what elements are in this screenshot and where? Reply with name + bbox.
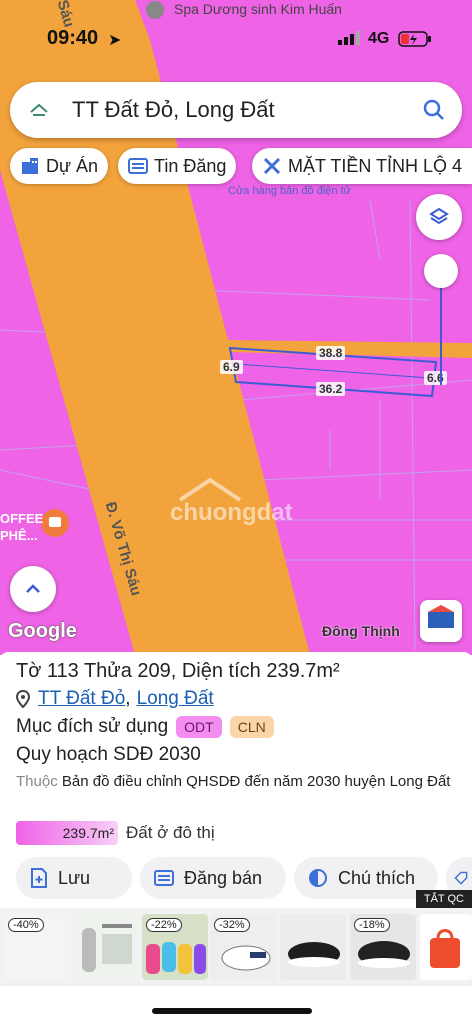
- chip-mat-tien[interactable]: MẶT TIỀN TỈNH LỘ 4: [252, 148, 472, 184]
- home-indicator[interactable]: [152, 1008, 312, 1014]
- plan-title: Quy hoạch SDĐ 2030: [16, 744, 201, 765]
- tag-odt[interactable]: ODT: [176, 716, 222, 738]
- location-town-link[interactable]: TT Đất Đỏ: [38, 688, 125, 710]
- ad-discount: -32%: [214, 918, 250, 932]
- dim-top-label: 38.8: [316, 346, 346, 360]
- brand-logo-badge[interactable]: [420, 600, 462, 642]
- battery-icon: [398, 31, 431, 47]
- chip-tin-dang-label: Tin Đăng: [154, 155, 227, 176]
- ad-thumbnail: [82, 924, 132, 972]
- search-bar[interactable]: TT Đất Đỏ, Long Đất: [10, 82, 462, 138]
- road-cross-icon: [263, 157, 281, 175]
- coffee-poi-label[interactable]: OFFEE PHÊ...: [0, 510, 43, 544]
- network-type: 4G: [368, 30, 390, 47]
- ad-item[interactable]: -40%: [4, 914, 70, 980]
- close-ads-button[interactable]: TẮT QC: [415, 890, 472, 908]
- dim-bottom-label: 36.2: [316, 382, 346, 396]
- chip-du-an[interactable]: Dự Án: [10, 148, 109, 184]
- save-button[interactable]: Lưu: [16, 857, 132, 899]
- ad-discount: -18%: [354, 918, 390, 932]
- dim-right-label: 6.6: [424, 371, 447, 385]
- tag-cln[interactable]: CLN: [229, 716, 274, 738]
- location-district-link[interactable]: Long Đất: [137, 688, 214, 710]
- tag-icon: [454, 871, 468, 885]
- ad-discount: -22%: [146, 918, 182, 932]
- ad-item[interactable]: [280, 914, 346, 980]
- area-row: 239.7m² Đất ở đô thị: [16, 821, 215, 845]
- land-use-label: Mục đích sử dụng: [16, 716, 169, 737]
- area-bar: 239.7m²: [16, 821, 118, 845]
- slider-track[interactable]: [440, 280, 442, 385]
- ad-discount: -40%: [8, 918, 44, 932]
- listing-icon: [128, 158, 148, 174]
- opacity-slider-knob[interactable]: [424, 254, 458, 288]
- listing-icon: [154, 870, 174, 886]
- building-icon: [22, 158, 38, 174]
- attribution-label: Đông Thịnh: [322, 623, 400, 639]
- chip-mat-tien-label: MẶT TIỀN TỈNH LỘ 4: [288, 155, 463, 176]
- brand-logo-icon: [428, 605, 454, 628]
- ad-item[interactable]: [72, 914, 138, 980]
- location-arrow-icon: ➤: [108, 32, 122, 49]
- ads-banner[interactable]: -40% -22% -32% -18%: [0, 908, 472, 986]
- ad-item[interactable]: -18%: [350, 914, 416, 980]
- plan-description: Thuộc Bản đồ điều chỉnh QHSDĐ đến năm 20…: [16, 770, 462, 794]
- search-query[interactable]: TT Đất Đỏ, Long Đất: [72, 97, 275, 123]
- location-pin-icon: [16, 690, 30, 708]
- ad-thumbnail: [288, 942, 340, 967]
- signal-icon: [338, 31, 360, 45]
- parcel-location: TT Đất Đỏ, Long Đất: [16, 688, 214, 710]
- area-type-label: Đất ở đô thị: [126, 823, 215, 842]
- status-bar: 09:40 ➤ 4G: [0, 0, 472, 62]
- ad-item[interactable]: -32%: [210, 914, 276, 980]
- parcel-info-panel: Tờ 113 Thửa 209, Diện tích 239.7m² TT Đấ…: [0, 652, 472, 1024]
- plan-desc-text: Bản đồ điều chỉnh QHSDĐ đến năm 2030 huy…: [61, 773, 451, 790]
- layers-icon: [429, 207, 449, 225]
- expand-panel-button[interactable]: [10, 566, 56, 612]
- parcel-title: Tờ 113 Thửa 209, Diện tích 239.7m²: [16, 660, 340, 682]
- chevron-up-icon: [26, 584, 40, 593]
- google-logo: Google: [8, 620, 77, 642]
- post-sale-button[interactable]: Đăng bán: [140, 857, 286, 899]
- search-icon[interactable]: [422, 98, 446, 122]
- ad-shop-logo[interactable]: [420, 914, 472, 980]
- watermark-logo: chuongdat: [170, 477, 293, 526]
- chip-tin-dang[interactable]: Tin Đăng: [118, 148, 237, 184]
- shop-poi-label[interactable]: Cửa hàng bản đồ điện tử: [228, 185, 351, 197]
- layers-button[interactable]: [416, 194, 462, 240]
- save-doc-icon: [31, 868, 47, 888]
- ad-item[interactable]: -22%: [142, 914, 208, 980]
- clock: 09:40: [47, 27, 99, 49]
- svg-text:chuongdat: chuongdat: [170, 499, 293, 526]
- plan-desc-prefix: Thuộc: [16, 773, 58, 790]
- shopee-icon: [430, 929, 460, 968]
- app-logo-icon: [30, 103, 48, 116]
- dim-left-label: 6.9: [220, 360, 243, 374]
- land-use-row: Mục đích sử dụng ODT CLN: [16, 716, 274, 738]
- chip-du-an-label: Dự Án: [46, 155, 99, 176]
- contrast-icon: [309, 869, 327, 887]
